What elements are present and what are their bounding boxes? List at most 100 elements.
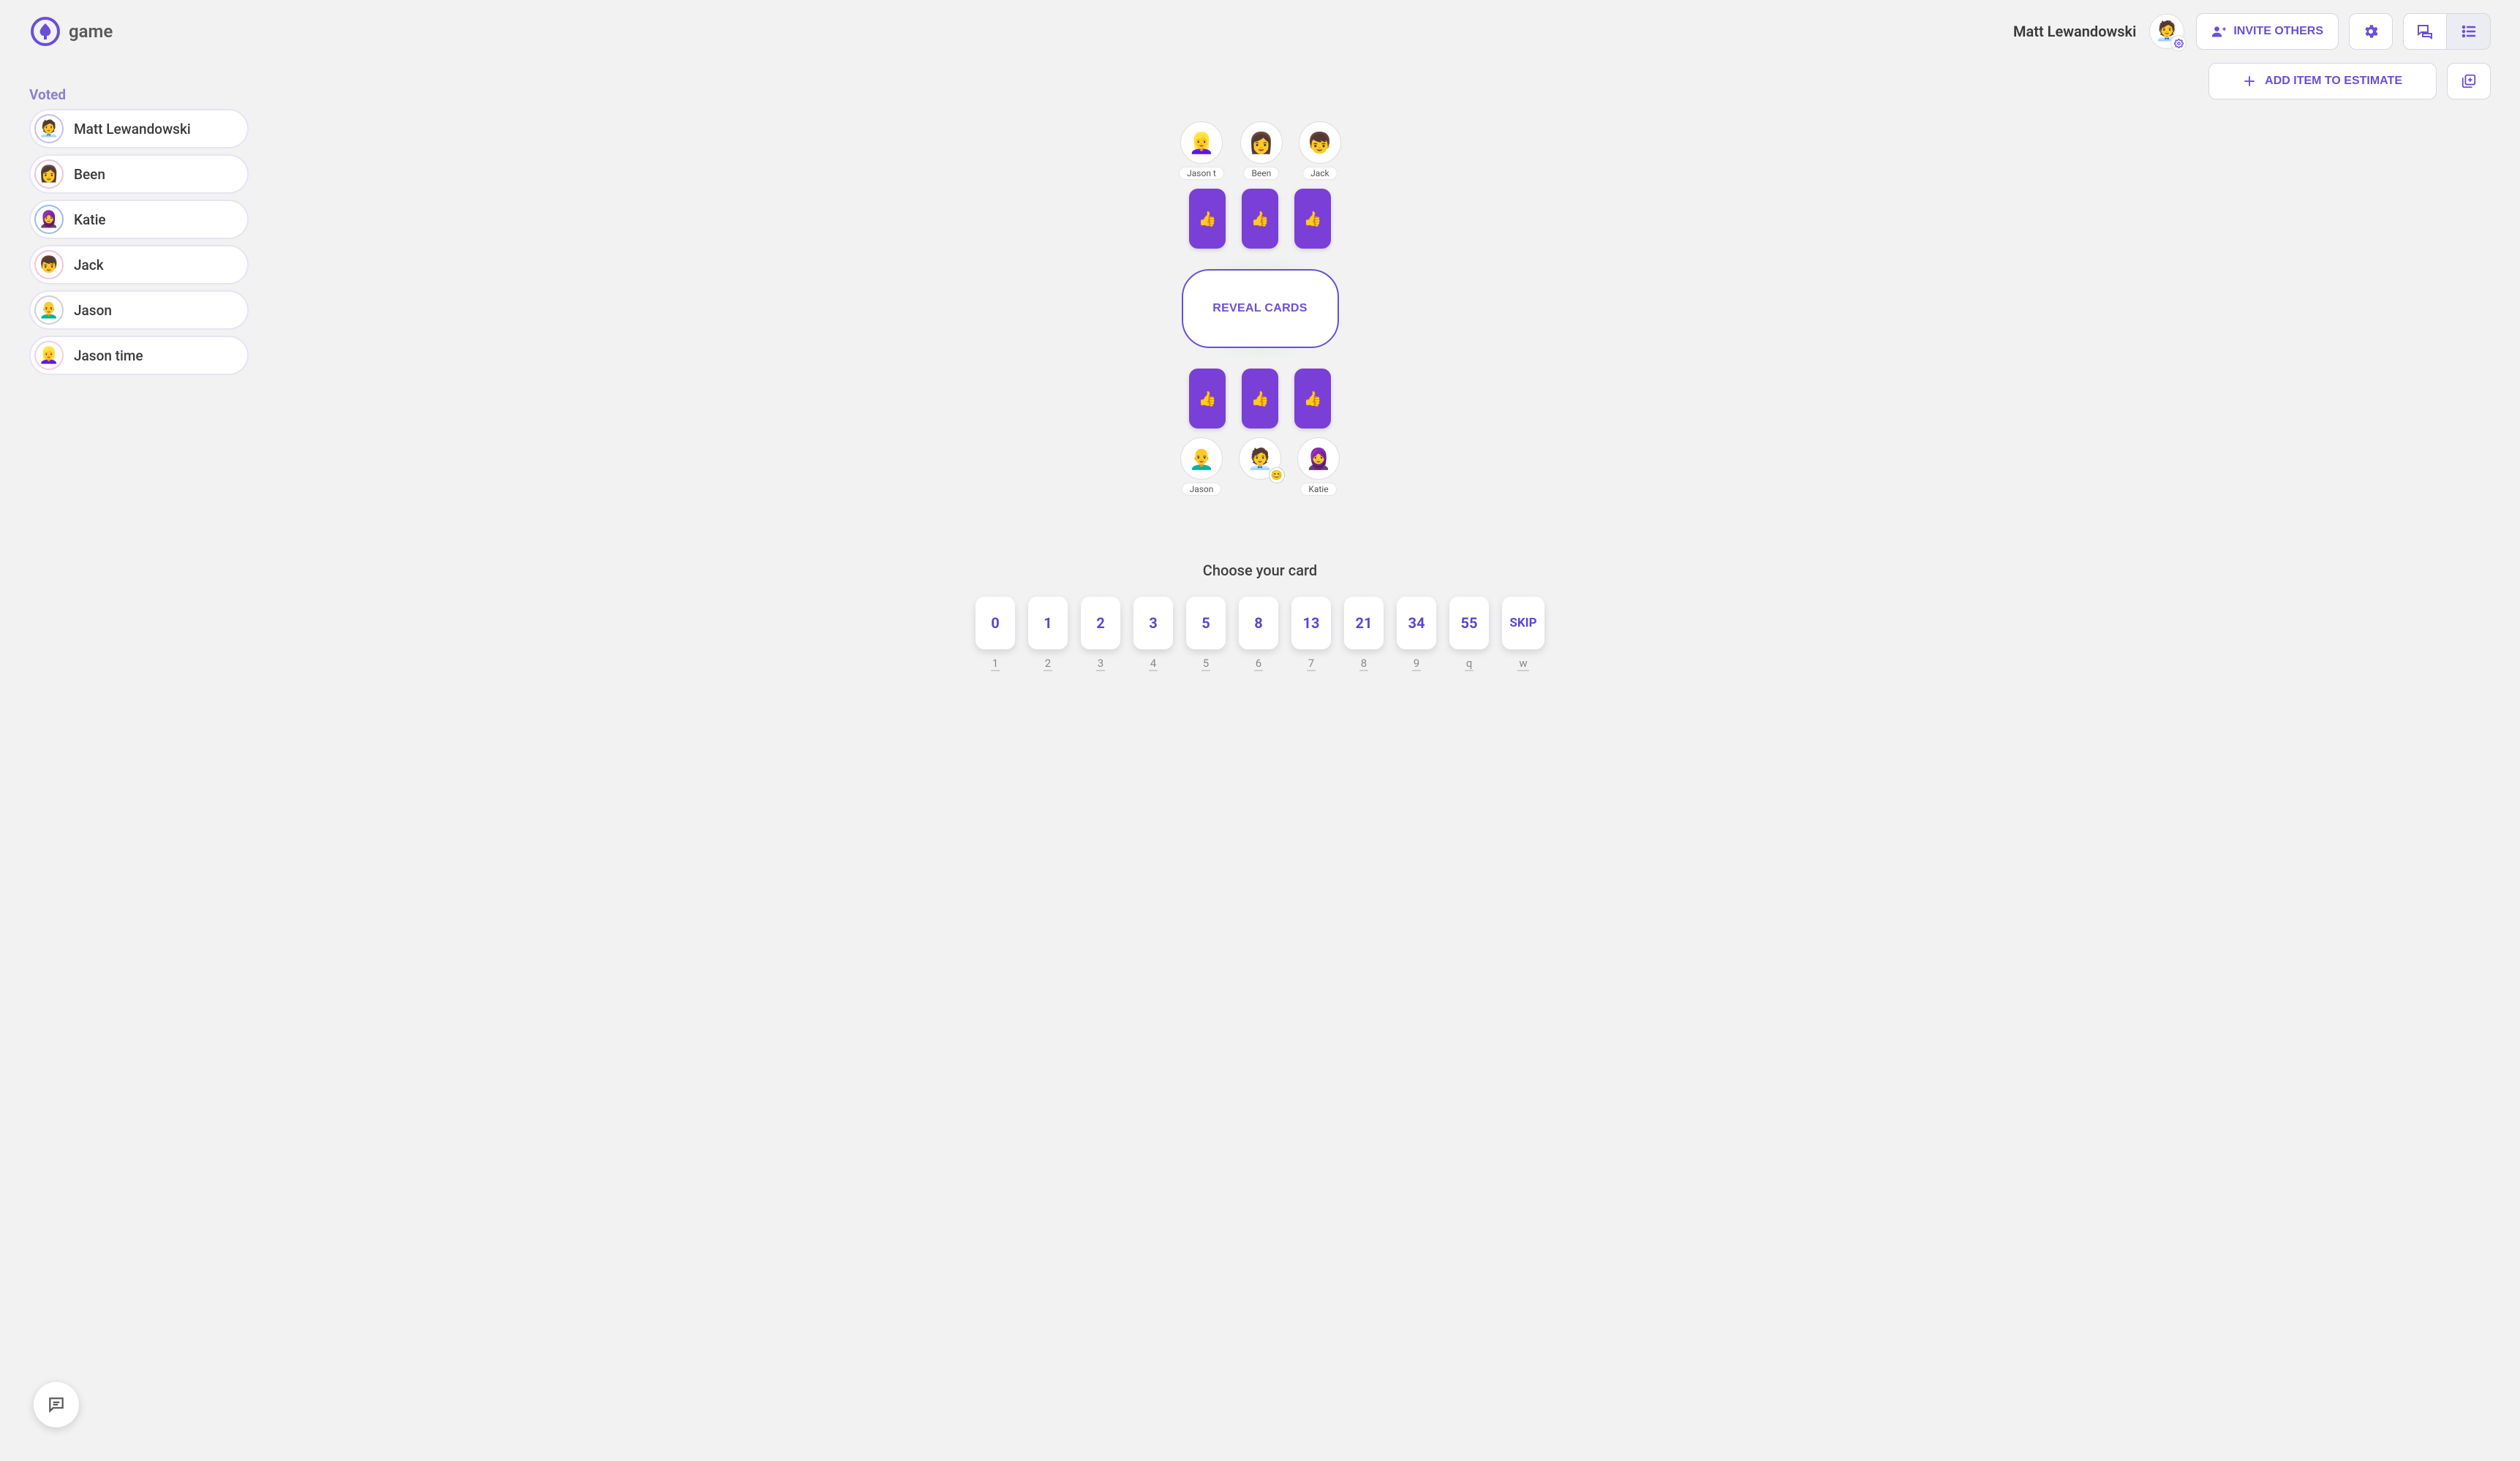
estimate-card[interactable]: 2 — [1081, 597, 1120, 649]
chat-fab-button[interactable] — [34, 1382, 79, 1427]
voted-title: Voted — [29, 86, 249, 103]
card-hotkey-label: 4 — [1149, 657, 1158, 671]
player-avatar-icon: 🧕 — [34, 205, 64, 234]
seat-avatar-icon: 🧑‍💼😊 — [1239, 437, 1281, 480]
current-user-name: Matt Lewandowski — [2013, 23, 2136, 40]
poker-table-area: 👱‍♀️Jason t👩Been👦Jack 👍👍👍 REVEAL CARDS 👍… — [0, 121, 2520, 496]
estimate-card[interactable]: 55 — [1449, 597, 1489, 649]
estimate-card[interactable]: 8 — [1239, 597, 1278, 649]
card-hotkey-label: w — [1517, 657, 1528, 671]
list-view-button[interactable] — [2447, 13, 2491, 50]
player-name: Katie — [74, 211, 106, 228]
seat-name-label: Jack — [1302, 167, 1338, 180]
player-seat[interactable]: 🧕 Katie — [1297, 437, 1340, 496]
voted-player-item[interactable]: 👨‍🦲 Jason — [29, 290, 249, 330]
player-seat[interactable]: 👱‍♀️ Jason t — [1179, 121, 1224, 180]
view-toggle-group — [2403, 13, 2491, 50]
seat-name-label: Been — [1243, 167, 1279, 180]
invite-others-button[interactable]: INVITE OTHERS — [2196, 13, 2339, 50]
settings-button[interactable] — [2349, 13, 2393, 50]
player-seat[interactable]: 👨‍🦲 Jason — [1180, 437, 1223, 496]
estimate-card[interactable]: 1 — [1028, 597, 1068, 649]
player-avatar-icon: 👱‍♀️ — [34, 341, 64, 370]
player-name: Jason time — [74, 347, 143, 364]
player-avatar-icon: 👩 — [34, 159, 64, 189]
player-seat[interactable]: 👩Been — [1240, 121, 1283, 180]
seat-avatar-icon: 👱‍♀️ — [1180, 121, 1223, 164]
add-to-library-button[interactable] — [2447, 63, 2491, 99]
list-icon — [2460, 23, 2478, 40]
card-hotkey-label: 5 — [1201, 657, 1210, 671]
library-add-icon — [2461, 73, 2477, 89]
chat-bubbles-icon — [2416, 23, 2434, 40]
deck-card-column: 01 — [976, 597, 1015, 671]
chat-view-button[interactable] — [2403, 13, 2447, 50]
card-hotkey-label: 9 — [1412, 657, 1421, 671]
card-hotkey-label: 1 — [991, 657, 1000, 671]
bottom-seat-row: 👨‍🦲 Jason 🧑‍💼😊 🧕 Katie — [1180, 437, 1340, 496]
player-name: Jason — [74, 302, 112, 319]
deck-card-column: 55 — [1186, 597, 1226, 671]
estimate-card[interactable]: 5 — [1186, 597, 1226, 649]
deck-card-column: 12 — [1028, 597, 1068, 671]
player-name: Been — [74, 166, 105, 183]
table-center: REVEAL CARDS — [1182, 269, 1339, 348]
deck-card-column: SKIP w — [1502, 597, 1544, 671]
invite-others-label: INVITE OTHERS — [2233, 25, 2323, 38]
add-item-label: ADD ITEM TO ESTIMATE — [2265, 75, 2402, 88]
seat-name-label: Katie — [1300, 483, 1336, 496]
card-hotkey-label: 3 — [1096, 657, 1105, 671]
voted-player-item[interactable]: 👱‍♀️ Jason time — [29, 336, 249, 375]
sub-toolbar: ADD ITEM TO ESTIMATE — [0, 57, 2520, 99]
logo[interactable]: game — [29, 15, 113, 48]
add-item-button[interactable]: ADD ITEM TO ESTIMATE — [2208, 63, 2437, 99]
deck-card-column: 86 — [1239, 597, 1278, 671]
seat-name-label: Jason — [1182, 483, 1222, 496]
voted-player-item[interactable]: 👩 Been — [29, 154, 249, 194]
voted-panel: Voted 🧑‍💼 Matt Lewandowski 👩 Been 🧕 Katie 👦Jac… — [29, 86, 249, 381]
spade-logo-icon — [29, 15, 61, 48]
player-avatar-icon: 👦 — [34, 250, 64, 279]
estimate-card[interactable]: SKIP — [1502, 597, 1544, 649]
estimate-card[interactable]: 0 — [976, 597, 1015, 649]
player-name: Matt Lewandowski — [74, 121, 191, 137]
emoji-picker-badge-icon[interactable]: 😊 — [1269, 467, 1285, 483]
estimate-card[interactable]: 13 — [1291, 597, 1331, 649]
card-hotkey-label: 7 — [1307, 657, 1316, 671]
card-hotkey-label: q — [1465, 657, 1474, 671]
card-hotkey-label: 8 — [1359, 657, 1368, 671]
deck-card-column: 13 7 — [1291, 597, 1331, 671]
estimate-card[interactable]: 34 — [1397, 597, 1436, 649]
deck-card-column: 23 — [1081, 597, 1120, 671]
seat-avatar-icon: 🧕 — [1297, 437, 1340, 480]
reveal-cards-button[interactable]: REVEAL CARDS — [1182, 269, 1339, 348]
player-seat[interactable]: 🧑‍💼😊 — [1239, 437, 1281, 496]
avatar-settings-badge-icon[interactable] — [2170, 35, 2187, 51]
card-hotkey-label: 2 — [1044, 657, 1052, 671]
played-card: 👍 — [1294, 369, 1331, 429]
estimate-card[interactable]: 21 — [1344, 597, 1384, 649]
player-avatar-icon: 🧑‍💼 — [34, 114, 64, 143]
card-deck: 01122334558613721834955qSKIPw — [0, 597, 2520, 671]
bottom-card-row: 👍👍👍 — [1189, 369, 1331, 429]
player-seat[interactable]: 👦 Jack — [1299, 121, 1341, 180]
gear-icon — [2362, 23, 2380, 40]
top-seat-row: 👱‍♀️ Jason t 👩Been 👦 Jack — [1179, 121, 1341, 180]
player-avatar-icon: 👨‍🦲 — [34, 295, 64, 325]
voted-player-item[interactable]: 👦Jack — [29, 245, 249, 284]
seat-avatar-icon: 👨‍🦲 — [1180, 437, 1223, 480]
estimate-card[interactable]: 3 — [1133, 597, 1173, 649]
played-card: 👍 — [1242, 369, 1278, 429]
voted-player-item[interactable]: 🧑‍💼 Matt Lewandowski — [29, 109, 249, 148]
choose-card-section: Choose your card 01122334558613721834955… — [0, 562, 2520, 671]
deck-card-column: 55 q — [1449, 597, 1489, 671]
deck-card-column: 34 9 — [1397, 597, 1436, 671]
card-hotkey-label: 6 — [1254, 657, 1263, 671]
seat-name-label: Jason t — [1179, 167, 1224, 180]
app-name: game — [69, 21, 113, 42]
current-user-avatar[interactable]: 🧑‍💼 — [2149, 14, 2184, 49]
voted-player-item[interactable]: 🧕 Katie — [29, 200, 249, 239]
seat-avatar-icon: 👦 — [1299, 121, 1341, 164]
person-add-icon — [2211, 24, 2226, 39]
deck-card-column: 34 — [1133, 597, 1173, 671]
